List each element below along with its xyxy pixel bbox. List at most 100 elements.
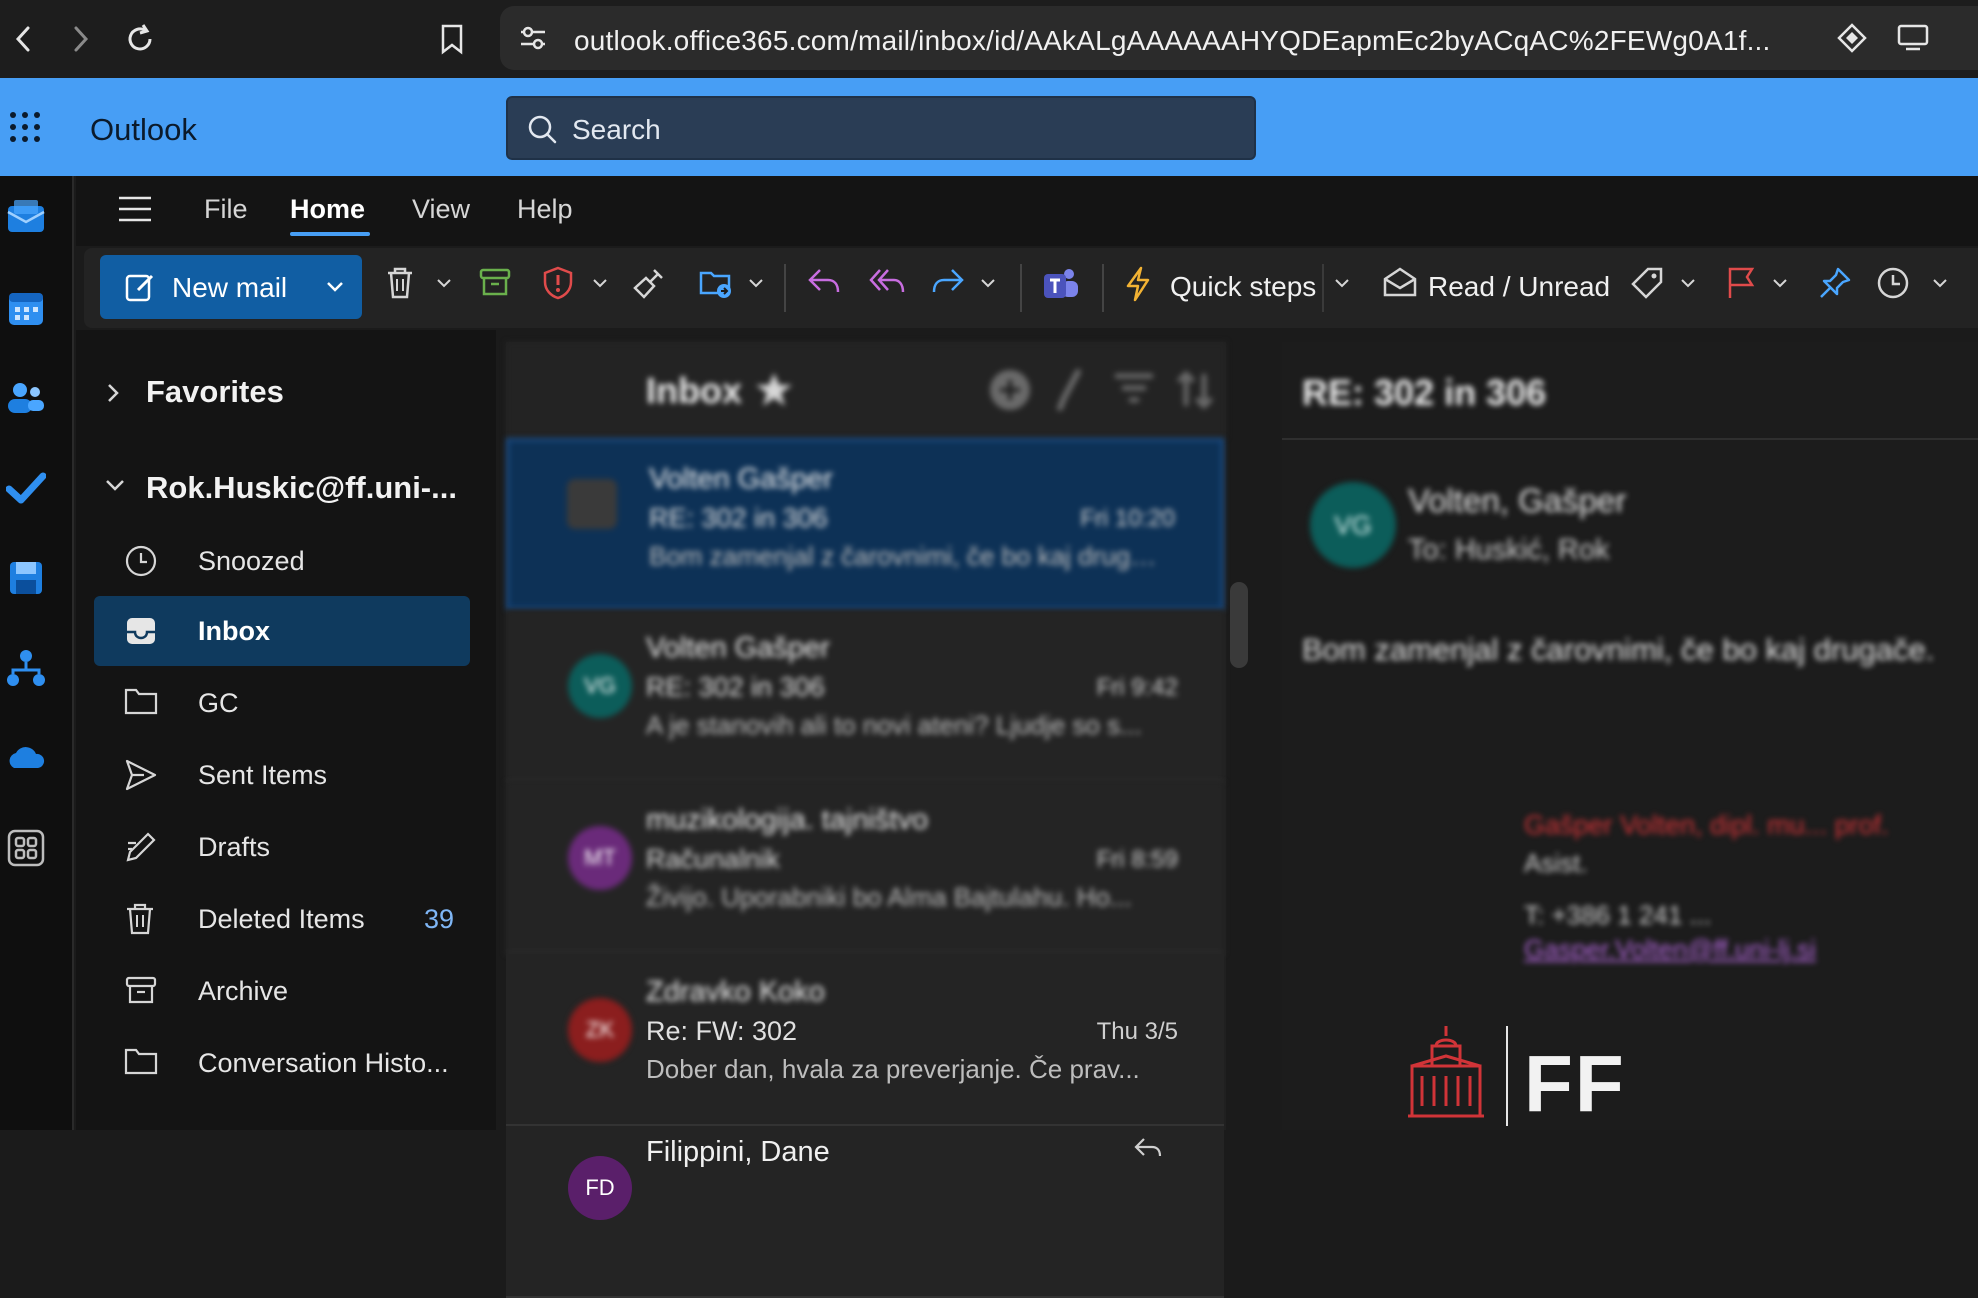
building-icon <box>1408 1026 1484 1118</box>
trash-icon <box>124 902 156 936</box>
reload-icon[interactable] <box>118 17 162 61</box>
reading-from[interactable]: Volten, Gašper <box>1408 482 1626 520</box>
tag-icon[interactable] <box>1630 266 1664 300</box>
chevron-down-icon[interactable] <box>1772 278 1788 288</box>
folder-label: GC <box>198 688 239 718</box>
search-input[interactable]: Search <box>506 96 1256 160</box>
install-app-icon[interactable] <box>1896 22 1930 54</box>
chevron-down-icon[interactable] <box>592 278 608 288</box>
report-icon[interactable] <box>542 266 574 300</box>
folder-snoozed[interactable]: Snoozed <box>94 526 470 596</box>
todo-app-icon[interactable] <box>6 468 46 508</box>
ribbon-divider <box>784 264 786 312</box>
favorites-heading[interactable]: Favorites <box>146 374 284 410</box>
chevron-down-icon[interactable] <box>748 278 764 288</box>
extension-icon[interactable] <box>1836 22 1868 54</box>
message-time: Fri 8:59 <box>1096 846 1178 873</box>
snooze-clock-icon[interactable] <box>1876 266 1910 300</box>
message-row[interactable]: FD Filippini, Dane <box>506 1126 1224 1298</box>
avatar: FD <box>568 1156 632 1220</box>
reply-icon[interactable] <box>806 266 842 296</box>
folder-gc[interactable]: GC <box>94 668 470 738</box>
site-settings-icon[interactable] <box>518 24 548 52</box>
folder-conversation-history[interactable]: Conversation Histo... <box>94 1028 470 1098</box>
calendar-app-icon[interactable] <box>6 288 46 328</box>
select-checkbox[interactable] <box>567 479 617 529</box>
quick-steps-icon[interactable] <box>1124 266 1152 302</box>
sweep-icon[interactable] <box>632 266 666 300</box>
message-row[interactable]: Volten Gašper RE: 302 in 306 Fri 10:20 B… <box>506 438 1224 610</box>
reply-all-icon[interactable] <box>868 266 906 296</box>
flag-icon[interactable] <box>1726 266 1756 300</box>
archive-icon[interactable] <box>478 266 512 298</box>
chevron-down-icon[interactable] <box>104 478 126 492</box>
tab-help[interactable]: Help <box>517 194 573 225</box>
signature-phone: T: +386 1 241 ... <box>1524 900 1712 930</box>
sort-icon[interactable] <box>1176 370 1216 410</box>
message-subject: RE: 302 in 306 <box>649 503 828 533</box>
scrollbar-thumb[interactable] <box>1230 582 1248 668</box>
folder-icon <box>124 686 158 716</box>
forward-icon[interactable] <box>930 266 966 296</box>
filter-icon[interactable] <box>1114 372 1154 406</box>
chevron-right-icon[interactable] <box>106 382 120 404</box>
faculty-logo: FF <box>1406 1022 1686 1132</box>
bookmark-icon[interactable] <box>430 17 474 61</box>
hamburger-icon[interactable] <box>118 194 152 224</box>
folder-inbox[interactable]: Inbox <box>94 596 470 666</box>
message-subject: Računalnik <box>646 844 780 874</box>
folder-deleted-items[interactable]: Deleted Items 39 <box>94 884 470 954</box>
chevron-down-icon[interactable] <box>980 278 996 288</box>
chevron-down-icon[interactable] <box>1334 278 1350 288</box>
pin-icon[interactable] <box>1818 266 1852 300</box>
message-sender: Volten Gašper <box>646 632 830 664</box>
drafts-icon <box>124 830 158 864</box>
avatar: ZK <box>568 998 632 1062</box>
chevron-down-icon[interactable] <box>436 278 452 288</box>
new-mail-button[interactable]: New mail <box>100 255 362 319</box>
chevron-down-icon[interactable] <box>1680 278 1696 288</box>
teams-icon[interactable] <box>1042 266 1080 302</box>
forward-icon[interactable] <box>58 17 102 61</box>
app-launcher-icon[interactable] <box>8 110 42 144</box>
message-time: Thu 3/5 <box>1096 1018 1178 1045</box>
chevron-down-icon[interactable] <box>1932 278 1948 288</box>
signature-email-link[interactable]: Gasper.Volten@ff.uni-lj.si <box>1524 934 1816 965</box>
address-bar[interactable]: outlook.office365.com/mail/inbox/id/AAkA… <box>500 6 1978 70</box>
read-unread-label[interactable]: Read / Unread <box>1428 271 1610 303</box>
star-icon[interactable] <box>754 370 794 410</box>
chevron-down-icon[interactable] <box>326 281 344 293</box>
move-to-folder-icon[interactable] <box>698 266 734 300</box>
reading-pane: RE: 302 in 306 VG Volten, Gašper To: Hus… <box>1282 342 1978 1130</box>
replied-icon <box>1132 1136 1164 1160</box>
add-icon[interactable] <box>988 368 1032 412</box>
people-app-icon[interactable] <box>6 378 46 418</box>
folder-archive[interactable]: Archive <box>94 956 470 1026</box>
tab-file[interactable]: File <box>204 194 248 225</box>
immersive-icon[interactable] <box>1054 368 1088 412</box>
message-row[interactable]: MT muzikologija. tajništvo Računalnik Fr… <box>506 782 1224 954</box>
tab-view[interactable]: View <box>412 194 470 225</box>
back-icon[interactable] <box>2 17 46 61</box>
mail-app-icon[interactable] <box>6 198 46 238</box>
folder-label: Snoozed <box>198 546 305 576</box>
quick-steps-label[interactable]: Quick steps <box>1170 271 1316 303</box>
account-heading[interactable]: Rok.Huskic@ff.uni-... <box>146 470 457 506</box>
tab-home[interactable]: Home <box>290 194 365 225</box>
browser-toolbar: outlook.office365.com/mail/inbox/id/AAkA… <box>0 0 1978 78</box>
onedrive-icon[interactable] <box>6 738 46 778</box>
files-app-icon[interactable] <box>6 558 46 598</box>
signature-title: Asist. <box>1524 848 1588 878</box>
ribbon-divider <box>1102 264 1104 312</box>
more-apps-icon[interactable] <box>6 828 46 868</box>
org-explorer-icon[interactable] <box>6 648 46 688</box>
message-row[interactable]: ZK Zdravko Koko Re: FW: 302 Thu 3/5 Dobe… <box>506 954 1224 1126</box>
delete-icon[interactable] <box>384 266 416 300</box>
url-text[interactable]: outlook.office365.com/mail/inbox/id/AAkA… <box>574 25 1771 57</box>
folder-sent-items[interactable]: Sent Items <box>94 740 470 810</box>
envelope-icon[interactable] <box>1382 266 1418 298</box>
unread-count-badge: 39 <box>423 904 454 934</box>
avatar: MT <box>568 826 632 890</box>
message-row[interactable]: VG Volten Gašper RE: 302 in 306 Fri 9:42… <box>506 610 1224 782</box>
folder-drafts[interactable]: Drafts <box>94 812 470 882</box>
